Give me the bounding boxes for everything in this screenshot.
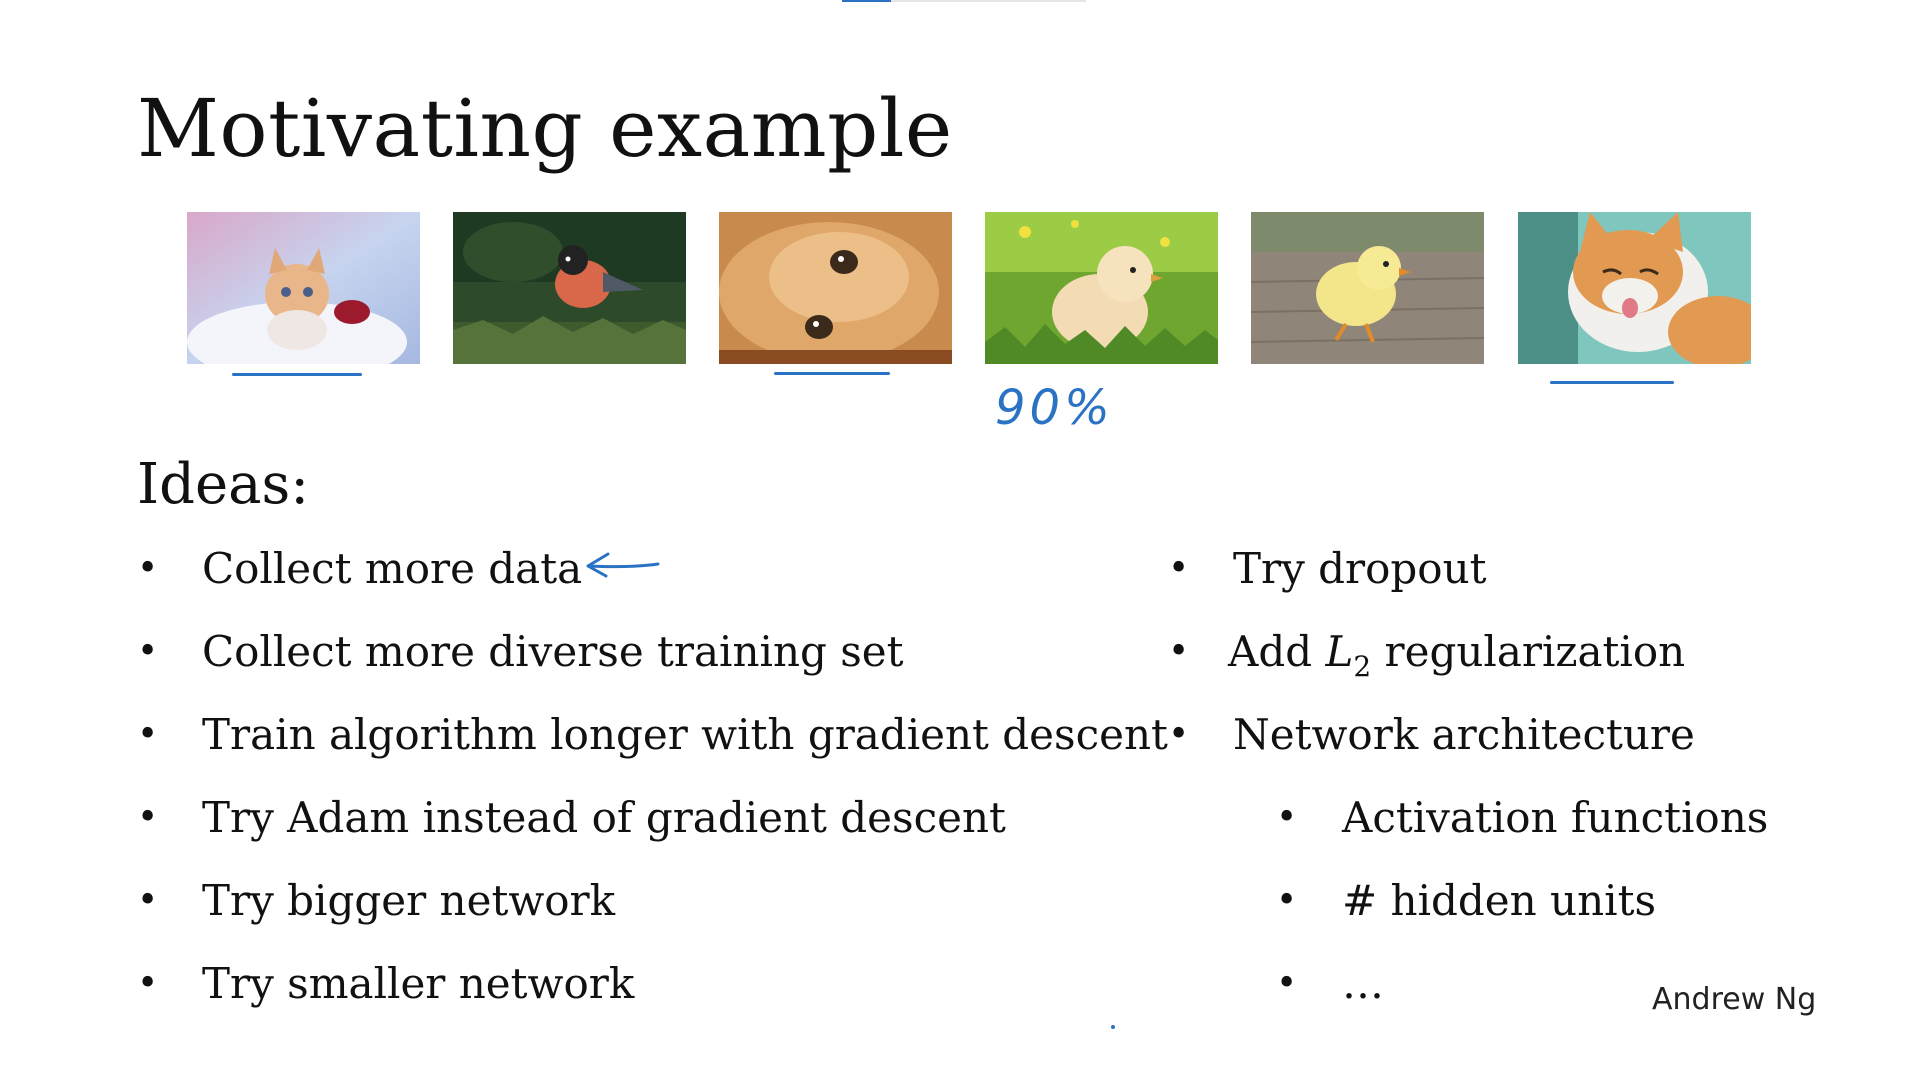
idea-text: Network architecture: [1233, 710, 1695, 759]
kitten-image: [187, 212, 420, 364]
arrow-annotation-icon: [586, 552, 660, 578]
l2-symbol: L2: [1325, 627, 1372, 683]
bullet-icon: •: [1276, 797, 1298, 838]
idea-text: Activation functions: [1342, 793, 1769, 842]
idea-text: Try dropout: [1233, 544, 1487, 593]
bullet-icon: •: [137, 714, 159, 755]
l2-suffix: regularization: [1371, 627, 1686, 676]
cat-image: [719, 212, 952, 364]
idea-text: Add L2 regularization: [1228, 631, 1685, 681]
idea-text: Try bigger network: [202, 876, 616, 925]
idea-text: # hidden units: [1342, 876, 1657, 925]
idea-text: Train algorithm longer with gradient des…: [202, 710, 1168, 759]
author-credit: Andrew Ng: [1652, 982, 1817, 1017]
ideas-heading: Ideas:: [137, 452, 310, 517]
cat-licking-image: [1518, 212, 1751, 364]
slide-title: Motivating example: [137, 82, 953, 175]
chick-on-wood-image: [1251, 212, 1484, 364]
bullet-icon: •: [137, 880, 159, 921]
progress-bar: [842, 0, 1086, 2]
idea-text: Try smaller network: [202, 959, 635, 1008]
bullet-icon: •: [1276, 963, 1298, 1004]
bullet-icon: •: [1276, 880, 1298, 921]
bird-image: [453, 212, 686, 364]
bullet-icon: •: [137, 548, 159, 589]
image-underline-1: [232, 373, 362, 376]
l2-prefix: Add: [1228, 627, 1326, 676]
image-underline-3: [774, 372, 890, 375]
image-underline-6: [1550, 381, 1674, 384]
progress-bar-fill: [842, 0, 891, 2]
bullet-icon: •: [1168, 714, 1190, 755]
bullet-icon: •: [137, 963, 159, 1004]
chick-image: [985, 212, 1218, 364]
l2-subscript: 2: [1353, 650, 1372, 683]
bullet-icon: •: [137, 797, 159, 838]
bullet-icon: •: [1168, 548, 1190, 589]
bullet-icon: •: [1168, 631, 1190, 672]
slide: Motivating example 90% Ideas: • Collect …: [0, 0, 1920, 1080]
idea-text: Try Adam instead of gradient descent: [202, 793, 1006, 842]
pen-dot: [1111, 1025, 1115, 1029]
idea-text: Collect more data: [202, 544, 583, 593]
idea-text: Collect more diverse training set: [202, 627, 904, 676]
accuracy-annotation: 90%: [995, 380, 1114, 436]
idea-text: …: [1342, 959, 1384, 1008]
bullet-icon: •: [137, 631, 159, 672]
